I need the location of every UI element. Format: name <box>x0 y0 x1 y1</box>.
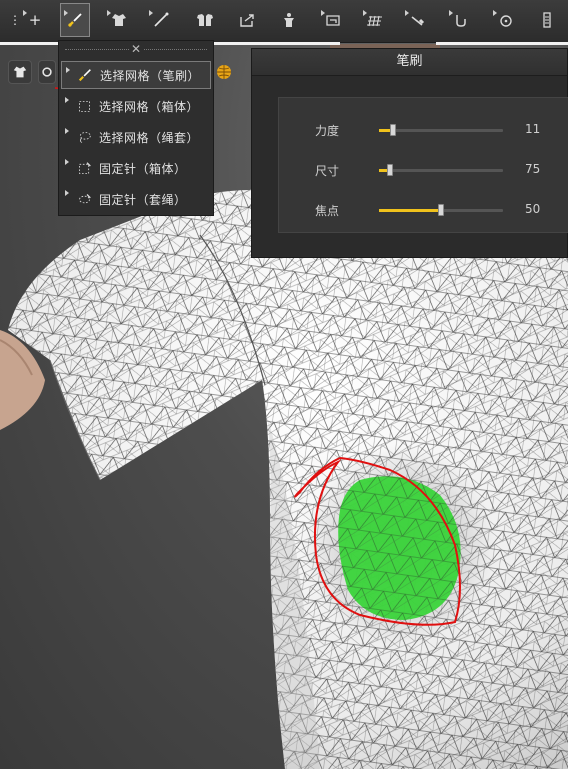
size-slider[interactable] <box>379 164 503 176</box>
strength-slider[interactable] <box>379 124 503 136</box>
param-value[interactable]: 11 <box>525 122 540 136</box>
menu-item-select-mesh-box[interactable]: 选择网格（箱体） <box>61 92 211 120</box>
brush-select-icon[interactable] <box>60 3 90 37</box>
selection-tool-menu: ✕ 选择网格（笔刷） 选择网格（箱体） 选择网格（绳套） 固定针（箱体） 固定针… <box>58 40 214 216</box>
menu-item-select-mesh-lasso[interactable]: 选择网格（绳套） <box>61 123 211 151</box>
param-row-strength: 力度 11 <box>279 120 568 140</box>
pen-icon[interactable] <box>402 4 432 36</box>
fold-icon[interactable] <box>318 4 348 36</box>
slider-thumb[interactable] <box>389 124 396 136</box>
param-label: 焦点 <box>315 204 340 218</box>
divider <box>436 42 568 45</box>
move-icon[interactable]: + <box>20 4 50 36</box>
menu-grip[interactable]: ✕ <box>59 41 213 59</box>
menu-item-pin-box[interactable]: 固定针（箱体） <box>61 154 211 182</box>
close-icon[interactable]: ✕ <box>129 42 144 56</box>
button-icon[interactable] <box>490 4 520 36</box>
zipper-icon[interactable] <box>532 4 562 36</box>
param-value[interactable]: 50 <box>525 202 540 216</box>
menu-item-label: 固定针（箱体） <box>99 161 187 176</box>
panel-title: 笔刷 <box>252 49 567 76</box>
menu-item-label: 选择网格（绳套） <box>99 130 200 145</box>
brush-icon <box>74 67 96 83</box>
slider-thumb[interactable] <box>438 204 444 216</box>
ring-icon[interactable] <box>38 60 56 84</box>
export-icon[interactable] <box>232 4 262 36</box>
shirt-pair-icon[interactable] <box>190 4 220 36</box>
box-select-icon <box>73 99 95 114</box>
avatar-icon[interactable] <box>274 4 304 36</box>
main-toolbar: ⋮ + <box>0 0 568 43</box>
grid-icon[interactable] <box>360 4 390 36</box>
menu-item-select-mesh-brush[interactable]: 选择网格（笔刷） <box>61 61 211 89</box>
tack-icon[interactable] <box>446 4 476 36</box>
focus-slider[interactable] <box>379 204 503 216</box>
param-value[interactable]: 75 <box>525 162 540 176</box>
param-row-size: 尺寸 75 <box>279 160 568 180</box>
globe-icon[interactable] <box>212 60 236 84</box>
param-label: 力度 <box>315 124 340 138</box>
lasso-icon <box>73 130 95 145</box>
garment-icon[interactable] <box>104 4 134 36</box>
menu-item-label: 选择网格（箱体） <box>99 99 200 114</box>
menu-item-pin-lasso[interactable]: 固定针（套绳） <box>61 185 211 213</box>
param-row-focus: 焦点 50 <box>279 200 568 220</box>
menu-item-label: 固定针（套绳） <box>99 192 187 207</box>
brush-params: 力度 11 尺寸 75 焦点 50 <box>278 97 568 233</box>
shirt-icon[interactable] <box>8 60 32 84</box>
line-tool-icon[interactable] <box>146 4 176 36</box>
param-label: 尺寸 <box>315 164 340 178</box>
menu-item-label: 选择网格（笔刷） <box>100 68 201 83</box>
brush-settings-panel: 笔刷 力度 11 尺寸 75 焦点 50 <box>251 48 568 258</box>
slider-thumb[interactable] <box>387 164 394 176</box>
pin-lasso-icon <box>73 192 95 207</box>
pin-box-icon <box>73 161 95 176</box>
